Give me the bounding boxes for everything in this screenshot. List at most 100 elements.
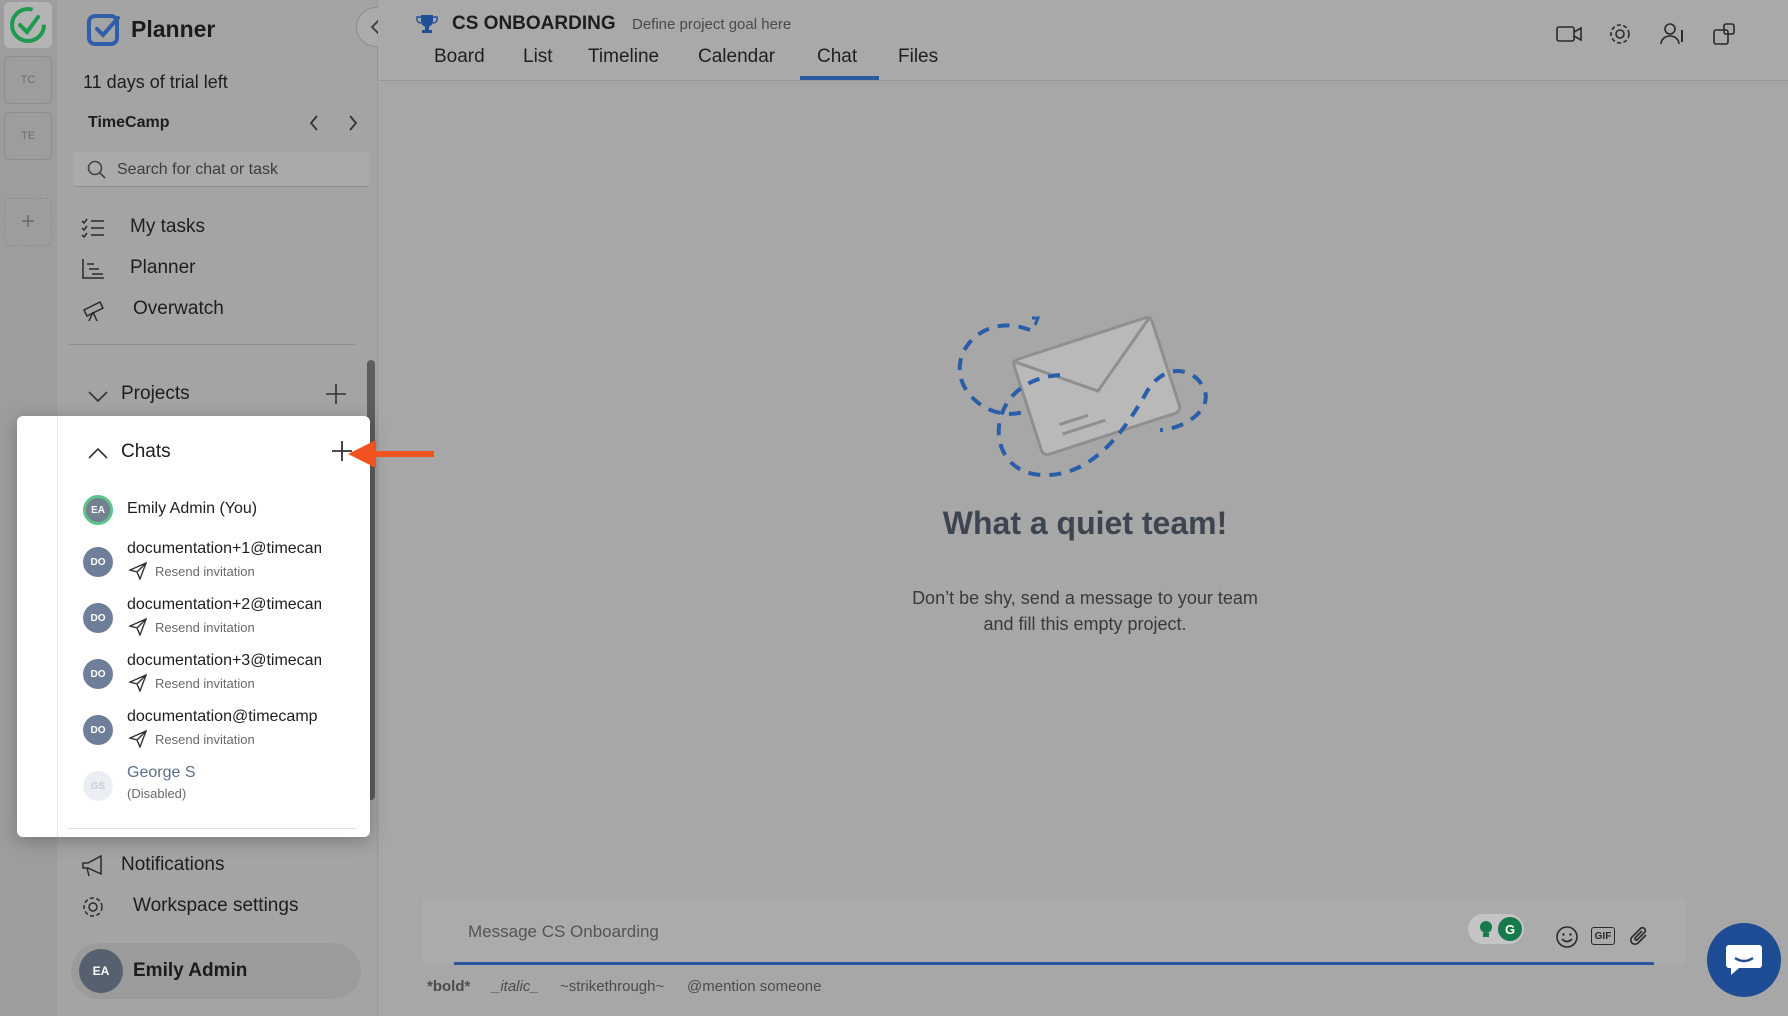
format-hint-strikethrough: ~strikethrough~: [560, 978, 665, 995]
megaphone-icon: [82, 854, 102, 877]
checklist-icon: [81, 218, 104, 239]
user-profile-button[interactable]: EA Emily Admin: [71, 943, 361, 999]
chat-sub-label: Resend invitation: [155, 563, 255, 579]
app-logo[interactable]: [4, 2, 52, 48]
chat-bubble-icon: [1726, 945, 1762, 975]
user-name: Emily Admin: [133, 960, 248, 981]
video-call-icon[interactable]: [1556, 24, 1582, 44]
add-workspace-button[interactable]: +: [4, 198, 52, 246]
project-goal[interactable]: Define project goal here: [632, 16, 791, 33]
avatar: EA: [83, 495, 113, 525]
chat-sub-label: Resend invitation: [155, 619, 255, 635]
nav-label: Notifications: [121, 854, 225, 875]
nav-notifications[interactable]: Notifications: [81, 852, 341, 882]
chevron-left-icon: [309, 115, 318, 131]
avatar: DO: [83, 659, 113, 689]
chat-name: documentation@timecamp: [127, 708, 318, 725]
annotation-arrow-icon: [348, 440, 434, 468]
format-hint-bold: *bold*: [427, 978, 471, 995]
chat-item[interactable]: GS George S (Disabled): [83, 762, 353, 808]
prev-workspace-button[interactable]: [307, 113, 321, 138]
tab-chat[interactable]: Chat: [817, 46, 857, 68]
members-icon[interactable]: [1660, 22, 1686, 46]
search-placeholder: Search for chat or task: [117, 161, 278, 178]
nav-label: Workspace settings: [133, 895, 299, 916]
divider: [69, 344, 355, 345]
resend-invitation-link[interactable]: Resend invitation: [129, 562, 255, 580]
nav-label: My tasks: [130, 216, 205, 237]
rail-workspace-tc[interactable]: TC: [4, 56, 52, 104]
emoji-icon[interactable]: [1555, 925, 1579, 949]
message-placeholder: Message CS Onboarding: [468, 922, 659, 941]
active-tab-indicator: [800, 76, 879, 80]
projects-section-header[interactable]: Projects: [87, 381, 357, 411]
tab-list[interactable]: List: [523, 46, 553, 68]
next-workspace-button[interactable]: [346, 113, 360, 138]
tab-files[interactable]: Files: [898, 46, 938, 68]
gear-icon: [83, 897, 103, 917]
empty-chat-illustration: [940, 300, 1230, 495]
grammarly-icon: G: [1498, 917, 1522, 941]
tab-calendar[interactable]: Calendar: [698, 46, 775, 68]
chats-section-header[interactable]: Chats: [87, 440, 357, 470]
chat-sub-label: Resend invitation: [155, 675, 255, 691]
chat-name: George S: [127, 764, 196, 781]
nav-label: Overwatch: [133, 298, 224, 319]
timecamp-logo-icon: [10, 7, 46, 43]
rail-workspace-te[interactable]: TE: [4, 112, 52, 160]
nav-my-tasks[interactable]: My tasks: [81, 214, 341, 244]
empty-state-line1: Don’t be shy, send a message to your tea…: [912, 588, 1258, 608]
avatar: EA: [79, 949, 123, 993]
avatar: DO: [83, 547, 113, 577]
workspace-name: TimeCamp: [88, 114, 170, 131]
tab-board[interactable]: Board: [434, 46, 485, 68]
chevron-up-icon: [88, 447, 108, 459]
projects-label: Projects: [121, 383, 190, 404]
settings-gear-icon[interactable]: [1608, 22, 1632, 46]
nav-planner[interactable]: Planner: [81, 255, 341, 285]
rail-workspace-label: TE: [20, 130, 36, 142]
integrations-icon[interactable]: [1712, 22, 1736, 46]
chat-item[interactable]: EA Emily Admin (You): [83, 492, 353, 528]
grammarly-widget[interactable]: G: [1468, 914, 1524, 944]
trophy-icon: [416, 15, 438, 33]
resend-invitation-link[interactable]: Resend invitation: [129, 730, 255, 748]
search-icon: [87, 160, 106, 179]
chevron-right-icon: [349, 115, 358, 131]
tab-timeline[interactable]: Timeline: [588, 46, 659, 68]
divider: [57, 416, 58, 837]
chat-item[interactable]: DO documentation+3@timecamp Resend invit…: [83, 650, 353, 696]
nav-label: Planner: [130, 257, 196, 278]
chat-name: documentation+1@timecamp: [127, 540, 321, 557]
empty-state-line2: and fill this empty project.: [983, 614, 1187, 634]
resend-invitation-link[interactable]: Resend invitation: [129, 618, 255, 636]
chat-item[interactable]: DO documentation+1@timecamp Resend invit…: [83, 538, 353, 584]
chevron-down-icon: [88, 391, 108, 403]
chat-name: Emily Admin (You): [127, 500, 258, 517]
add-project-plus-icon[interactable]: [325, 383, 347, 405]
chat-item[interactable]: DO documentation+2@timecamp Resend invit…: [83, 594, 353, 640]
app-title: Planner: [131, 16, 216, 42]
format-hint-mention: @mention someone: [687, 978, 822, 995]
avatar: GS: [83, 771, 113, 801]
chat-item[interactable]: DO documentation@timecamp Resend invitat…: [83, 706, 353, 752]
trial-text: 11 days of trial left: [83, 72, 228, 92]
gif-icon[interactable]: GIF: [1591, 927, 1615, 945]
divider: [67, 828, 357, 829]
avatar: DO: [83, 603, 113, 633]
format-hint-italic: _italic_: [492, 978, 539, 995]
disabled-status: (Disabled): [127, 786, 187, 801]
resend-invitation-link[interactable]: Resend invitation: [129, 674, 255, 692]
lightbulb-icon: [1480, 921, 1492, 937]
nav-overwatch[interactable]: Overwatch: [81, 296, 341, 326]
chat-name: documentation+3@timecamp: [127, 652, 321, 669]
support-chat-button[interactable]: [1707, 923, 1781, 997]
send-icon: [129, 674, 147, 692]
plus-icon: +: [20, 208, 35, 235]
search-input[interactable]: Search for chat or task: [73, 152, 369, 187]
attachment-paperclip-icon[interactable]: [1629, 924, 1651, 950]
rail-workspace-label: TC: [20, 74, 36, 86]
nav-workspace-settings[interactable]: Workspace settings: [81, 893, 351, 923]
chats-label: Chats: [121, 441, 171, 462]
project-title: CS ONBOARDING: [452, 13, 616, 34]
